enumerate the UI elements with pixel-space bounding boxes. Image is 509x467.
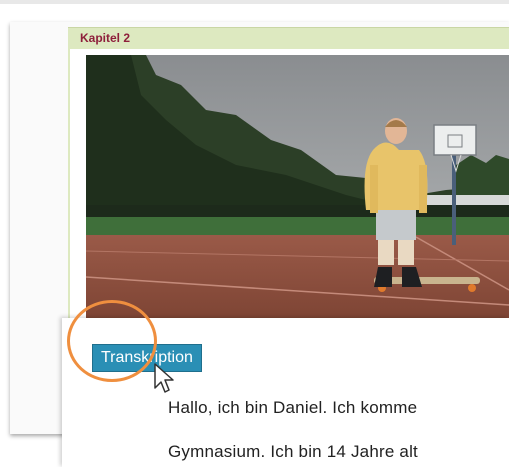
- top-divider: [0, 0, 509, 4]
- transcript-line-1: Hallo, ich bin Daniel. Ich komme: [168, 398, 418, 417]
- video-still-image: [86, 55, 509, 325]
- mouse-pointer-icon: [154, 363, 174, 393]
- transcript-line-2: Gymnasium. Ich bin 14 Jahre alt: [168, 442, 418, 461]
- chapter-title: Kapitel 2: [80, 31, 131, 45]
- transcript-button[interactable]: Transkription: [92, 344, 202, 372]
- chapter-header: Kapitel 2: [68, 27, 509, 51]
- video-frame[interactable]: [86, 55, 509, 325]
